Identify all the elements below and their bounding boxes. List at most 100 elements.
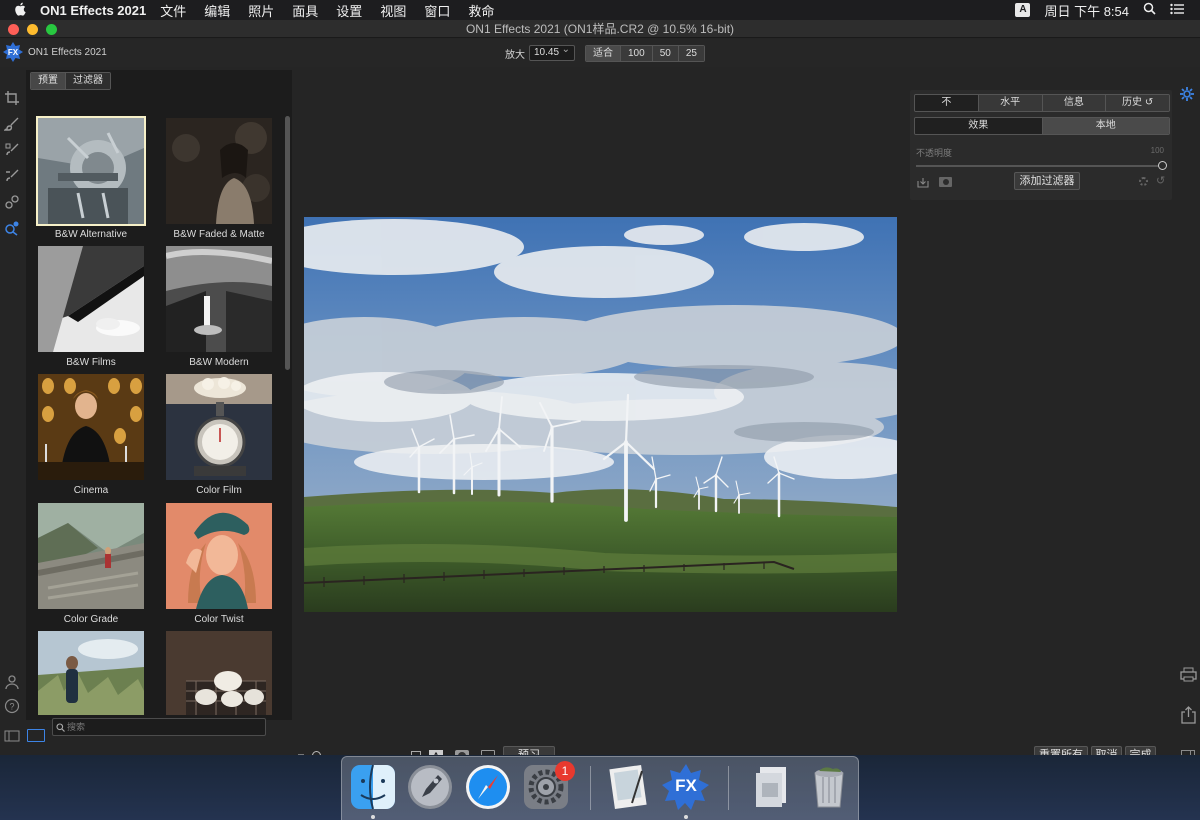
browser-tabs: 预置 过滤器 [30, 72, 111, 90]
zoom-window-button[interactable] [46, 24, 57, 35]
on1-running-indicator [684, 815, 688, 819]
tab-effects[interactable]: 效果 [915, 118, 1043, 134]
menu-app-name[interactable]: ON1 Effects 2021 [40, 3, 146, 18]
top-toolbar: FX ON1 Effects 2021 放大 10.45 适合 100 50 2… [0, 39, 1200, 67]
zoom-label: 放大 [505, 49, 525, 61]
menu-help[interactable]: 救命 [468, 1, 494, 20]
preset-browser-panel: 预置 过滤器 B&W Alternative B&W Faded & Matte… [26, 70, 292, 720]
tab-history-label: 历史 [1122, 97, 1143, 108]
opacity-value: 100 [1150, 146, 1164, 155]
close-window-button[interactable] [8, 24, 19, 35]
preset-thumb-dynamic-contrast[interactable] [38, 631, 144, 715]
print-icon[interactable] [1180, 667, 1197, 685]
history-undo-icon: ↺ [1144, 97, 1154, 108]
notification-badge: 1 [555, 761, 575, 781]
tab-local[interactable]: 本地 [1042, 118, 1169, 134]
menu-view[interactable]: 视图 [380, 1, 406, 20]
preset-thumb-bw-modern[interactable] [166, 246, 272, 352]
dock-separator [728, 766, 729, 810]
opacity-label: 不透明度 [916, 148, 953, 158]
masking-brush-icon[interactable] [3, 141, 21, 159]
share-export-icon[interactable] [1181, 706, 1196, 727]
minimize-window-button[interactable] [27, 24, 38, 35]
menu-clock[interactable]: 周日 下午 8:54 [1044, 1, 1129, 20]
zoom-25-button[interactable]: 25 [678, 46, 704, 61]
browser-scrollbar[interactable] [285, 116, 290, 370]
add-filter-button[interactable]: 添加过滤器 [1014, 172, 1080, 190]
save-preset-icon[interactable] [917, 177, 929, 191]
preset-label: B&W Alternative [54, 229, 128, 240]
search-placeholder: 搜索 [67, 722, 86, 732]
retouch-tool-icon[interactable] [3, 193, 21, 211]
preset-label: Color Twist [194, 614, 244, 625]
menu-photo[interactable]: 照片 [248, 1, 274, 20]
filter-options-panel: 不 水平 信息 历史 ↺ 效果 本地 不透明度 100 添加过滤器 ↺ [910, 90, 1172, 200]
preset-search-input[interactable]: 搜索 [52, 718, 266, 736]
preset-thumb-eggs[interactable] [166, 631, 272, 715]
preset-thumb-bw-alternative[interactable] [36, 116, 146, 226]
zoom-preset-buttons: 适合 100 50 25 [585, 45, 705, 62]
user-account-icon[interactable] [3, 673, 21, 691]
zoom-select[interactable]: 10.45 [529, 43, 575, 61]
preset-label: B&W Films [66, 357, 116, 368]
tab-levels[interactable]: 水平 [978, 95, 1043, 111]
help-icon[interactable]: ? [3, 697, 21, 715]
apple-icon[interactable] [0, 2, 40, 19]
window-controls [8, 24, 57, 35]
preset-label: Color Film [196, 485, 242, 496]
preset-thumb-bw-films[interactable] [38, 246, 144, 352]
zoom-100-button[interactable]: 100 [621, 46, 653, 61]
preview-app-icon[interactable] [604, 763, 654, 813]
zoom-control: 放大 10.45 [505, 43, 575, 61]
window-titlebar: ON1 Effects 2021 (ON1样品.CR2 @ 10.5% 16-b… [0, 20, 1200, 38]
settings-gear-icon[interactable] [1179, 86, 1195, 105]
dock-separator [590, 766, 591, 810]
tab-filters[interactable]: 过滤器 [66, 73, 110, 89]
tab-presets[interactable]: 预置 [31, 73, 66, 89]
refine-brush-icon[interactable] [3, 167, 21, 185]
on1-effects-dock-icon-label: FX [675, 776, 697, 795]
panel-toggle-left-icon[interactable] [3, 727, 21, 745]
opacity-slider-track[interactable] [916, 165, 1160, 167]
fx-logo-icon: FX [3, 42, 23, 62]
reset-filter-icon[interactable]: ↺ [1156, 174, 1165, 187]
zoom-fit-button[interactable]: 适合 [586, 46, 621, 61]
tab-none[interactable]: 不 [915, 95, 979, 111]
window-title: ON1 Effects 2021 (ON1样品.CR2 @ 10.5% 16-b… [465, 22, 735, 36]
menu-edit[interactable]: 编辑 [204, 1, 230, 20]
preset-thumb-color-twist[interactable] [166, 503, 272, 609]
finder-icon[interactable] [349, 763, 399, 813]
zoom-50-button[interactable]: 50 [652, 46, 679, 61]
tab-history[interactable]: 历史 ↺ [1106, 95, 1169, 111]
preset-label: Color Grade [63, 614, 119, 625]
menu-settings[interactable]: 设置 [336, 1, 362, 20]
menu-file[interactable]: 文件 [160, 1, 186, 20]
notification-center-icon[interactable] [1170, 3, 1184, 18]
tab-info[interactable]: 信息 [1042, 95, 1107, 111]
launchpad-icon[interactable] [406, 763, 456, 813]
preset-label: B&W Faded & Matte [173, 229, 265, 240]
preset-label: Cinema [73, 485, 109, 496]
crop-tool-icon[interactable] [3, 89, 21, 107]
filmstrip-toggle-icon[interactable] [27, 729, 45, 742]
spotlight-search-icon[interactable] [1143, 2, 1156, 18]
tool-strip: ? [0, 67, 24, 755]
mask-icon[interactable] [939, 177, 952, 187]
preset-thumb-cinema[interactable] [38, 374, 144, 480]
preset-thumb-color-film[interactable] [166, 374, 272, 480]
browse-filters-icon[interactable] [3, 219, 21, 237]
preset-thumb-color-grade[interactable] [38, 503, 144, 609]
safari-icon[interactable] [464, 763, 514, 813]
brush-tool-icon[interactable] [3, 115, 21, 133]
view-mode-tabs: 不 水平 信息 历史 ↺ [914, 94, 1170, 112]
menu-window[interactable]: 窗口 [424, 1, 450, 20]
filter-settings-icon[interactable] [1139, 177, 1148, 186]
input-source-indicator[interactable]: A [1015, 3, 1031, 17]
trash-icon[interactable] [805, 763, 855, 813]
main-canvas-image[interactable] [304, 217, 897, 612]
opacity-slider-knob[interactable] [1158, 161, 1167, 170]
menu-mask[interactable]: 面具 [292, 1, 318, 20]
downloads-stack-icon[interactable] [748, 763, 798, 813]
preset-thumb-bw-faded-matte[interactable] [166, 118, 272, 224]
finder-running-indicator [371, 815, 375, 819]
